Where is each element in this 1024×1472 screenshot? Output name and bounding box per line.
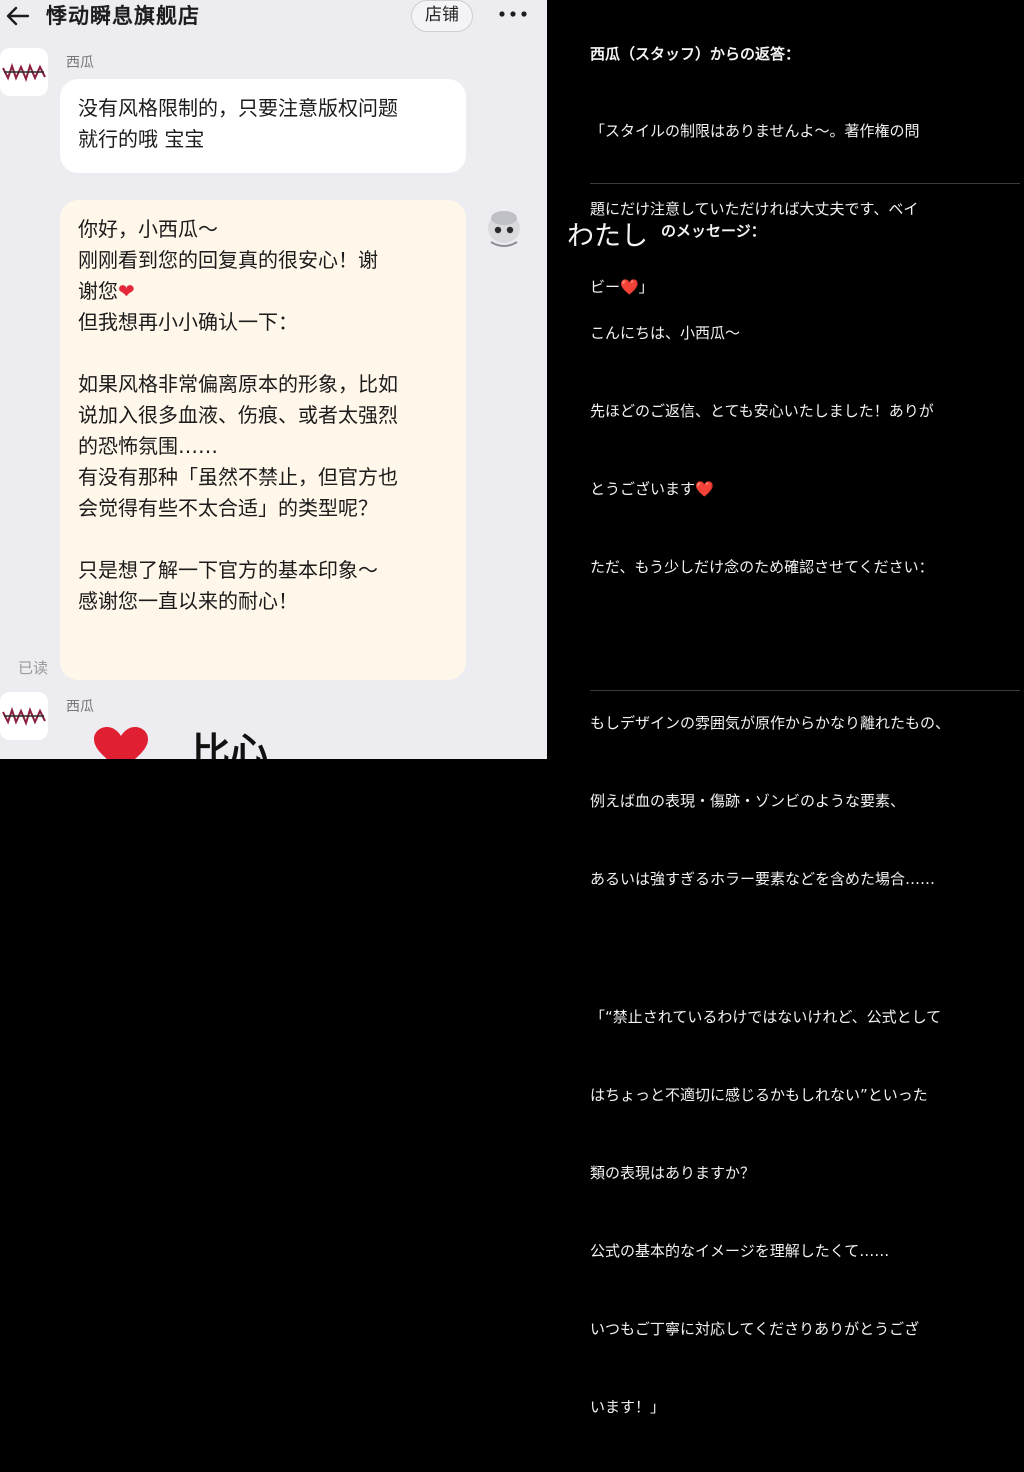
back-arrow-icon[interactable] (4, 2, 32, 30)
message-line: 谢您❤ (78, 276, 448, 307)
message-line (78, 524, 448, 555)
translation-panel: 西瓜（スタッフ）からの返答： 「スタイルの制限はありませんよ〜。著作権の問 題に… (547, 0, 1024, 1416)
message-line: いつもご丁寧に対応してくださりありがとうござ (590, 1320, 920, 1338)
message-line: もしデザインの雰囲気が原作からかなり離れたもの、 (590, 714, 951, 732)
sender-name: 西瓜 (66, 699, 94, 715)
user-avatar[interactable] (482, 206, 526, 252)
message-line: 如果风格非常偏离原本的形象，比如 (78, 372, 398, 396)
shop-title: 悸动瞬息旗舰店 (46, 4, 200, 28)
message-line: 有没有那种「虽然不禁止，但官方也 (78, 465, 398, 489)
shop-logo-icon (0, 48, 48, 96)
shop-avatar[interactable] (0, 48, 48, 96)
message-line: とうございます❤️ (590, 480, 714, 498)
sender-name: 西瓜 (66, 55, 94, 71)
divider (590, 690, 1020, 691)
chat-screen: 悸动瞬息旗舰店 店铺 西瓜 没有风格限制的，只要注意版权问题 就行的哦 宝宝 你… (0, 0, 547, 759)
more-options-icon[interactable] (496, 2, 530, 26)
message-line: 公式の基本的なイメージを理解したくて…… (590, 1242, 890, 1260)
shop-avatar[interactable] (0, 692, 48, 740)
message-line-text: 谢您 (78, 279, 118, 303)
message-line: 的恐怖氛围…… (78, 434, 218, 458)
message-line: 感谢您一直以来的耐心！ (78, 589, 298, 613)
incoming-message-bubble: 没有风格限制的，只要注意版权问题 就行的哦 宝宝 (60, 79, 466, 173)
shop-logo-icon (0, 692, 48, 740)
message-line: 「“禁止されているわけではないけれど、公式として (590, 1008, 942, 1026)
message-line: 就行的哦 宝宝 (78, 127, 205, 151)
message-line: 说加入很多血液、伤痕、或者太强烈 (78, 403, 398, 427)
read-status: 已读 (18, 659, 49, 677)
message-line: 刚刚看到您的回复真的很安心！谢 (78, 248, 378, 272)
message-line: 例えば血の表現・傷跡・ゾンビのような要素、 (590, 792, 906, 810)
message-line: 先ほどのご返信、とても安心いたしました！ありが (590, 402, 934, 420)
message-line: 只是想了解一下官方的基本印象～ (78, 558, 378, 582)
message-line: 你好，小西瓜～ (78, 217, 218, 241)
heart-icon: ❤ (118, 279, 135, 303)
sticker-text: 比心 (192, 730, 269, 759)
message-line (78, 338, 448, 369)
message-line: います！」 (590, 1398, 666, 1416)
message-line: ただ、もう少しだけ念のため確認させてください： (590, 558, 934, 576)
me-message-header: のメッセージ： (661, 222, 766, 240)
message-line: こんにちは、小西瓜〜 (590, 324, 741, 342)
reply-header: 西瓜（スタッフ）からの返答： (590, 45, 801, 63)
message-line: はちょっと不適切に感じるかもしれない”といった (590, 1086, 928, 1104)
message-line (590, 944, 950, 952)
message-line: 類の表現はありますか？ (590, 1164, 756, 1182)
divider (590, 183, 1020, 184)
chat-header: 悸动瞬息旗舰店 店铺 (0, 0, 547, 34)
message-line: あるいは強すぎるホラー要素などを含めた場合…… (590, 870, 936, 888)
message-translation: こんにちは、小西瓜〜 先ほどのご返信、とても安心いたしました！ありが とうござい… (590, 268, 950, 1472)
store-button[interactable]: 店铺 (411, 0, 473, 32)
heart-sticker-icon (94, 727, 148, 759)
me-label: わたし (567, 221, 648, 252)
message-line: 没有风格限制的，只要注意版权问题 (78, 96, 398, 120)
message-line: 但我想再小小确认一下： (78, 310, 298, 334)
reply-line: 「スタイルの制限はありませんよ〜。著作権の問 (590, 122, 920, 140)
outgoing-message-bubble: 你好，小西瓜～ 刚刚看到您的回复真的很安心！谢 谢您❤ 但我想再小小确认一下： … (60, 200, 466, 680)
message-line (590, 632, 950, 658)
message-line: 会觉得有些不太合适」的类型呢？ (78, 496, 378, 520)
